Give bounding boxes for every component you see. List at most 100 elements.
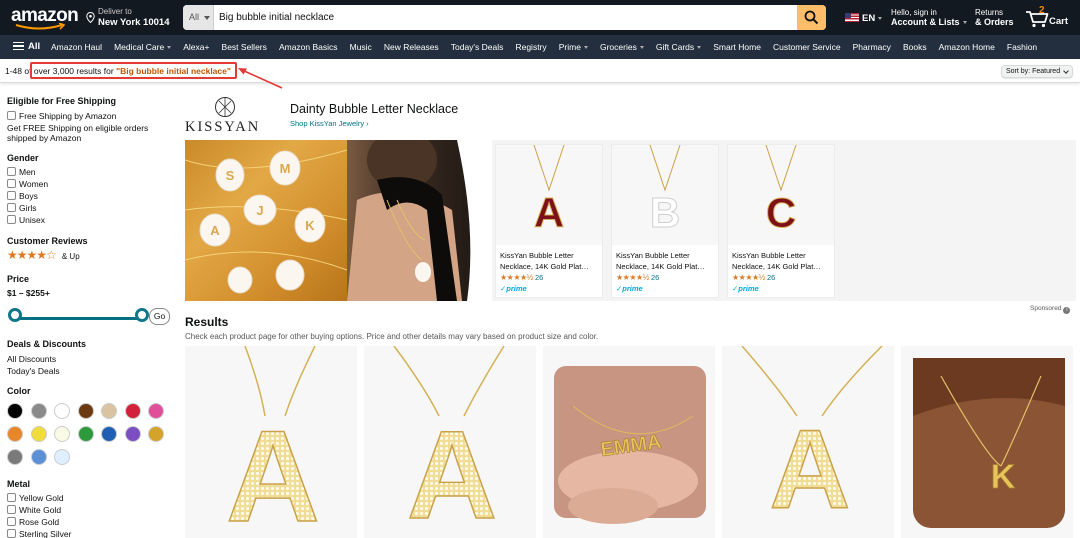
- product-title[interactable]: KissYan Bubble Letter Necklace, 14K Gold…: [500, 250, 600, 272]
- product-card[interactable]: A: [185, 346, 357, 538]
- nav-link-best-sellers[interactable]: Best Sellers: [219, 42, 267, 52]
- language-selector[interactable]: EN: [845, 13, 883, 24]
- color-swatch[interactable]: [54, 403, 70, 419]
- color-swatch[interactable]: [101, 426, 117, 442]
- star-rating-icon: ★★★★½: [732, 273, 765, 282]
- product-image[interactable]: C: [728, 144, 834, 245]
- nav-link-books[interactable]: Books: [900, 42, 927, 52]
- brand-logo-text[interactable]: KISSYAN: [185, 119, 260, 136]
- metal-checkbox-rose-gold[interactable]: [7, 517, 16, 526]
- color-swatch[interactable]: [54, 426, 70, 442]
- color-swatch[interactable]: [148, 403, 164, 419]
- gender-checkbox-men[interactable]: [7, 167, 16, 176]
- color-swatch[interactable]: [30, 403, 47, 419]
- reviews-filter-4-up[interactable]: ★★★★☆ & Up: [7, 248, 80, 262]
- color-swatch[interactable]: [148, 426, 164, 442]
- product-card[interactable]: A: [722, 346, 894, 538]
- amazon-logo[interactable]: amazon: [11, 6, 79, 32]
- shop-brand-link[interactable]: Shop KissYan Jewelry ›: [290, 119, 369, 128]
- brand-headline[interactable]: Dainty Bubble Letter Necklace: [290, 102, 458, 116]
- color-swatch[interactable]: [124, 403, 141, 419]
- nav-link-groceries[interactable]: Groceries: [597, 42, 644, 52]
- price-slider-track[interactable]: [15, 317, 142, 320]
- nav-link-amazon-basics[interactable]: Amazon Basics: [276, 42, 338, 52]
- color-swatch[interactable]: [77, 426, 94, 442]
- free-shipping-checkbox[interactable]: [7, 111, 16, 120]
- letter-a-pave-necklace-image: A: [393, 346, 505, 538]
- nav-link-medical-care[interactable]: Medical Care: [111, 42, 172, 52]
- product-title[interactable]: KissYan Bubble Letter Necklace, 14K Gold…: [732, 250, 832, 272]
- deals-option-today[interactable]: Today's Deals: [7, 366, 60, 376]
- sponsored-label[interactable]: Sponsored i: [1030, 305, 1071, 314]
- gender-checkbox-boys[interactable]: [7, 191, 16, 200]
- nav-link-prime[interactable]: Prime: [556, 42, 588, 52]
- search-input[interactable]: [219, 5, 789, 30]
- metal-checkbox-white-gold[interactable]: [7, 505, 16, 514]
- color-swatch[interactable]: [54, 449, 70, 465]
- deals-heading: Deals & Discounts: [7, 339, 87, 349]
- search-button[interactable]: [797, 5, 826, 30]
- nav-link-pharmacy[interactable]: Pharmacy: [850, 42, 891, 52]
- color-swatch[interactable]: [7, 449, 23, 465]
- metal-label[interactable]: Yellow Gold: [19, 493, 64, 503]
- nav-link-gift-cards[interactable]: Gift Cards: [653, 42, 702, 52]
- metal-checkbox-sterling-silver[interactable]: [7, 529, 16, 538]
- returns-orders-link[interactable]: Returns & Orders: [975, 8, 1014, 28]
- product-rating[interactable]: ★★★★½ 26: [500, 273, 543, 282]
- product-card[interactable]: K: [901, 346, 1073, 538]
- product-image[interactable]: B: [612, 144, 718, 245]
- metal-label[interactable]: Sterling Silver: [19, 529, 71, 538]
- search-category-dropdown[interactable]: All: [183, 5, 214, 30]
- product-rating[interactable]: ★★★★½ 26: [732, 273, 775, 282]
- nav-link-amazon-haul[interactable]: Amazon Haul: [48, 42, 102, 52]
- sponsored-product-card[interactable]: A KissYan Bubble Letter Necklace, 14K Go…: [495, 144, 603, 298]
- color-swatch[interactable]: [30, 426, 47, 442]
- gender-checkbox-women[interactable]: [7, 179, 16, 188]
- gender-label[interactable]: Unisex: [19, 215, 45, 225]
- product-card[interactable]: A: [364, 346, 536, 538]
- sort-dropdown[interactable]: Sort by: Featured: [1001, 65, 1073, 78]
- deals-option-all[interactable]: All Discounts: [7, 354, 56, 364]
- gender-label[interactable]: Women: [19, 179, 48, 189]
- orders-label: & Orders: [975, 17, 1014, 27]
- color-swatch[interactable]: [124, 426, 141, 442]
- color-swatch[interactable]: [77, 403, 94, 419]
- gender-label[interactable]: Men: [19, 167, 36, 177]
- price-slider-min-handle[interactable]: [8, 308, 22, 322]
- color-swatch[interactable]: [30, 449, 47, 465]
- metal-label[interactable]: Rose Gold: [19, 517, 59, 527]
- nav-link-new-releases[interactable]: New Releases: [381, 42, 439, 52]
- nav-link-smart-home[interactable]: Smart Home: [710, 42, 761, 52]
- metal-label[interactable]: White Gold: [19, 505, 61, 515]
- sponsored-product-card[interactable]: B KissYan Bubble Letter Necklace, 14K Go…: [611, 144, 719, 298]
- color-swatch[interactable]: [101, 403, 117, 419]
- product-rating[interactable]: ★★★★½ 26: [616, 273, 659, 282]
- product-card[interactable]: EMMA: [543, 346, 715, 538]
- price-slider-max-handle[interactable]: [135, 308, 149, 322]
- account-greeting: Hello, sign in: [891, 8, 937, 17]
- product-image[interactable]: A: [496, 144, 602, 245]
- nav-link-customer-service[interactable]: Customer Service: [770, 42, 841, 52]
- nav-link-amazon-home[interactable]: Amazon Home: [936, 42, 995, 52]
- nav-link-alexa[interactable]: Alexa+: [180, 42, 209, 52]
- product-title[interactable]: KissYan Bubble Letter Necklace, 14K Gold…: [616, 250, 716, 272]
- sponsored-product-card[interactable]: C KissYan Bubble Letter Necklace, 14K Go…: [727, 144, 835, 298]
- account-lists-menu[interactable]: Hello, sign in Account & Lists: [891, 8, 967, 28]
- free-shipping-label[interactable]: Free Shipping by Amazon: [19, 111, 116, 121]
- gender-label[interactable]: Boys: [19, 191, 38, 201]
- color-swatch[interactable]: [7, 403, 23, 419]
- all-menu-button[interactable]: All: [13, 35, 40, 59]
- gender-checkbox-girls[interactable]: [7, 203, 16, 212]
- nav-link-music[interactable]: Music: [347, 42, 372, 52]
- metal-checkbox-yellow-gold[interactable]: [7, 493, 16, 502]
- nav-link-todays-deals[interactable]: Today's Deals: [448, 42, 504, 52]
- brand-hero-image-model[interactable]: [347, 140, 492, 301]
- gender-label[interactable]: Girls: [19, 203, 36, 213]
- price-go-button[interactable]: Go: [149, 308, 170, 325]
- gender-checkbox-unisex[interactable]: [7, 215, 16, 224]
- color-swatch[interactable]: [7, 426, 23, 442]
- brand-hero-image-letters[interactable]: S M J K A: [185, 140, 347, 301]
- nav-link-fashion[interactable]: Fashion: [1004, 42, 1037, 52]
- nav-link-registry[interactable]: Registry: [512, 42, 546, 52]
- cart-button[interactable]: 2 Cart: [1025, 5, 1075, 29]
